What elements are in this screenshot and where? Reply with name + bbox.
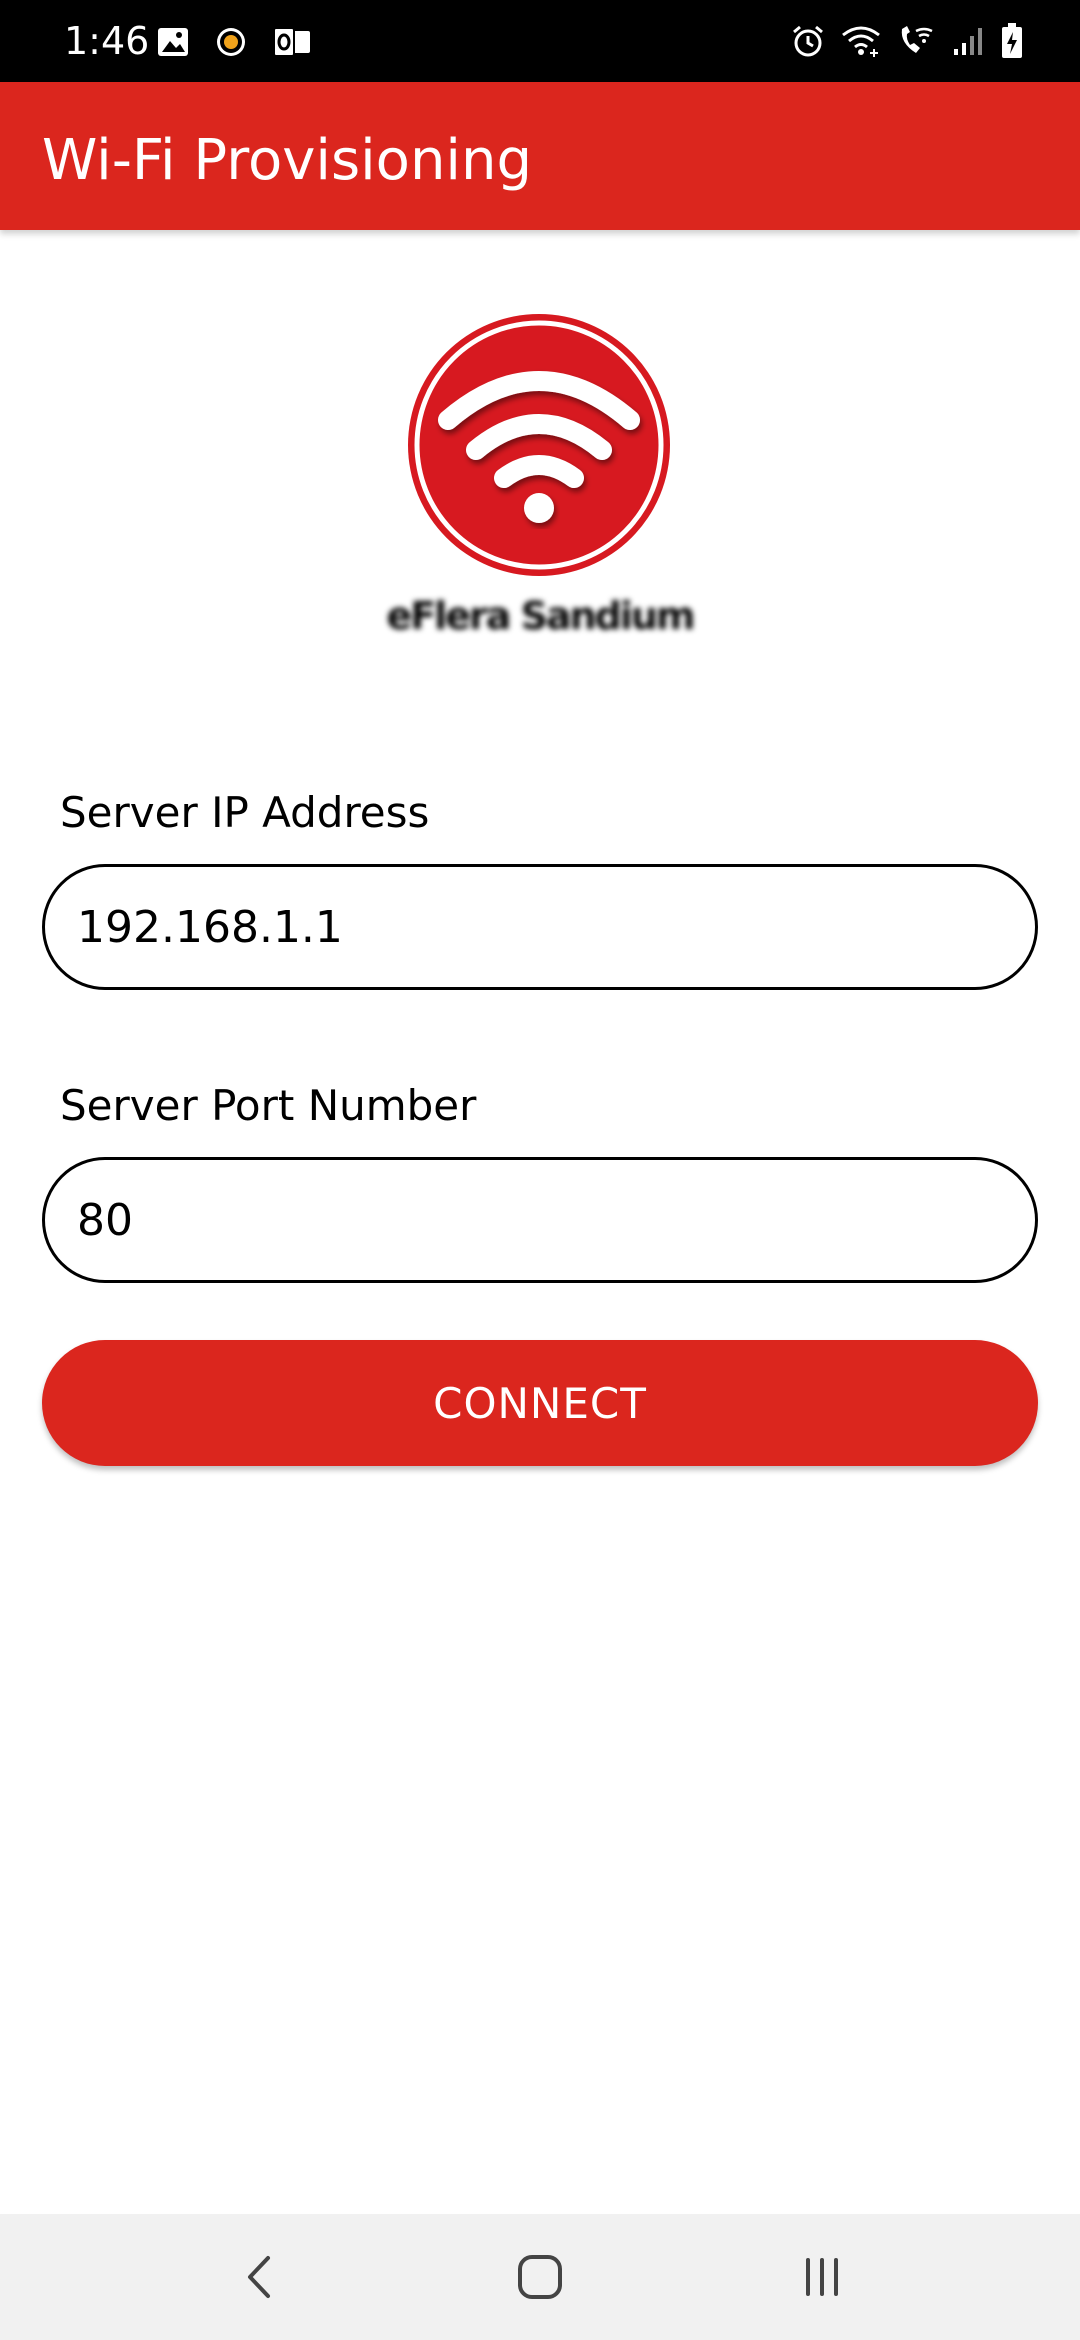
server-port-label: Server Port Number (60, 1081, 477, 1130)
signal-icon (954, 28, 982, 55)
app-title: Wi-Fi Provisioning (42, 128, 533, 193)
notification-icons (156, 22, 312, 62)
wifi-icon (842, 26, 880, 57)
server-ip-input[interactable] (77, 901, 1003, 953)
circle-app-icon (217, 28, 245, 56)
server-port-field[interactable] (42, 1157, 1038, 1283)
server-ip-label: Server IP Address (60, 788, 430, 837)
system-status-icons (790, 20, 1024, 62)
logo-caption: eFlera Sandium (386, 594, 695, 638)
wifi-calling-icon (901, 26, 933, 53)
battery-icon (1002, 23, 1022, 58)
server-port-input[interactable] (77, 1194, 1003, 1246)
navigation-bar (0, 2214, 1080, 2340)
status-bar: 1:46 (0, 0, 1080, 82)
image-icon (158, 28, 188, 56)
back-icon (248, 2256, 270, 2298)
server-ip-field[interactable] (42, 864, 1038, 990)
wifi-logo-icon (408, 314, 670, 576)
outlook-icon (273, 27, 310, 57)
home-icon (518, 2255, 562, 2299)
back-button[interactable] (200, 2242, 320, 2312)
recents-icon (806, 2258, 838, 2296)
connect-button[interactable]: CONNECT (42, 1340, 1038, 1466)
status-time: 1:46 (64, 19, 150, 63)
home-button[interactable] (480, 2242, 600, 2312)
recents-button[interactable] (762, 2242, 882, 2312)
alarm-icon (793, 25, 823, 57)
app-bar: Wi-Fi Provisioning (0, 82, 1080, 230)
